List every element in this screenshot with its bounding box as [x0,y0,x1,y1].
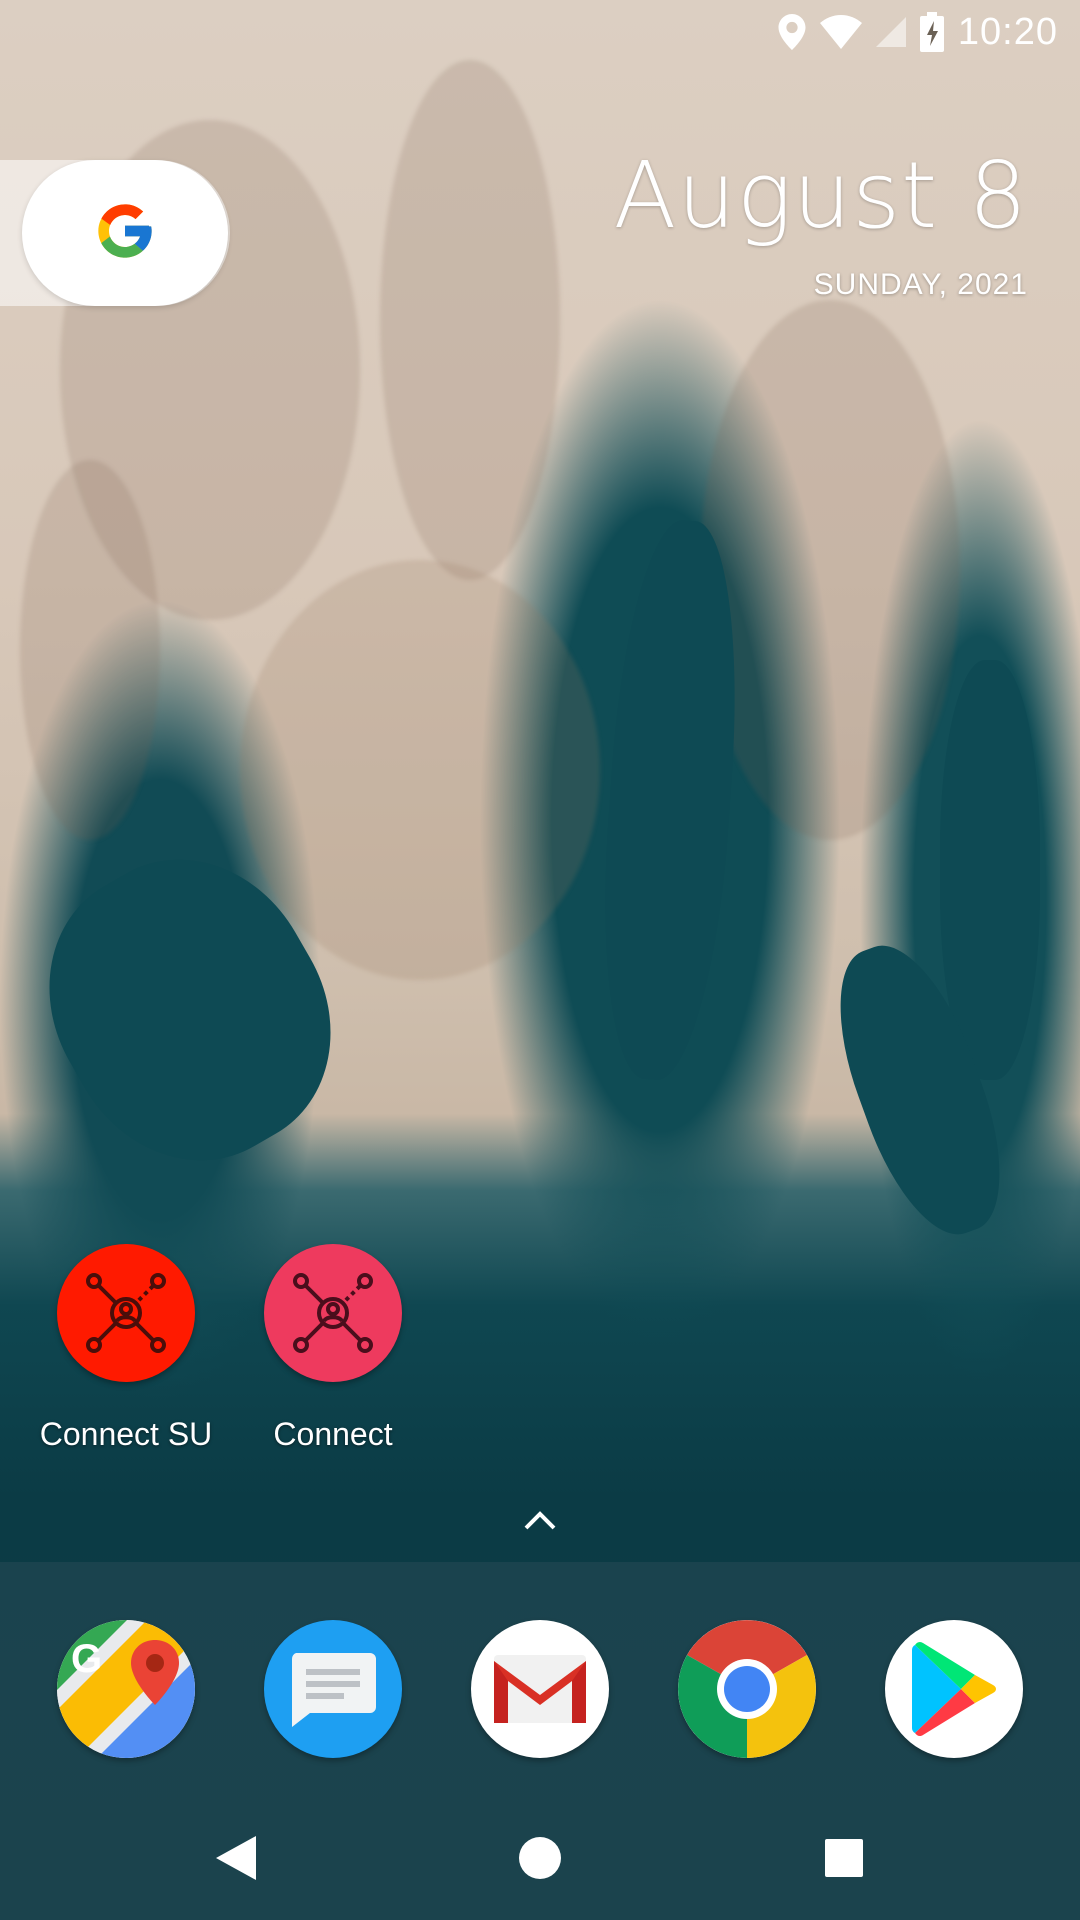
app-label: Connect SU [39,1416,213,1452]
status-bar: 10:20 [0,0,1080,64]
chevron-up-icon [520,1511,560,1538]
back-icon [214,1834,258,1887]
svg-text:G: G [71,1637,102,1681]
connect-network-icon [57,1244,195,1382]
location-icon [778,14,806,50]
home-screen: 10:20 August 8 SUNDAY, 2021 Connect SU C… [0,0,1080,1920]
battery-charging-icon [919,12,944,52]
google-g-icon [93,199,157,268]
connect-network-icon [264,1244,402,1382]
google-maps-icon[interactable]: G [57,1620,195,1758]
back-button[interactable] [210,1834,262,1886]
app-drawer-handle[interactable] [520,1504,560,1534]
cell-signal-icon [875,17,906,47]
date-text: August 8 [613,142,1028,249]
chrome-icon[interactable] [678,1620,816,1758]
messages-icon[interactable] [264,1620,402,1758]
home-button[interactable] [514,1834,566,1886]
weekday-year-text: SUNDAY, 2021 [813,268,1028,301]
app-connect-su[interactable]: Connect SU [26,1244,226,1453]
google-search-button[interactable] [22,160,228,306]
wifi-icon [819,15,862,49]
navigation-bar [0,1800,1080,1920]
gmail-icon[interactable] [471,1620,609,1758]
recents-button[interactable] [818,1834,870,1886]
app-connect[interactable]: Connect [233,1244,433,1453]
recents-icon [824,1838,864,1883]
play-store-icon[interactable] [885,1620,1023,1758]
home-icon [518,1836,562,1885]
date-widget[interactable]: August 8 SUNDAY, 2021 [613,150,1028,302]
app-label: Connect [273,1416,393,1452]
status-time: 10:20 [957,10,1058,53]
